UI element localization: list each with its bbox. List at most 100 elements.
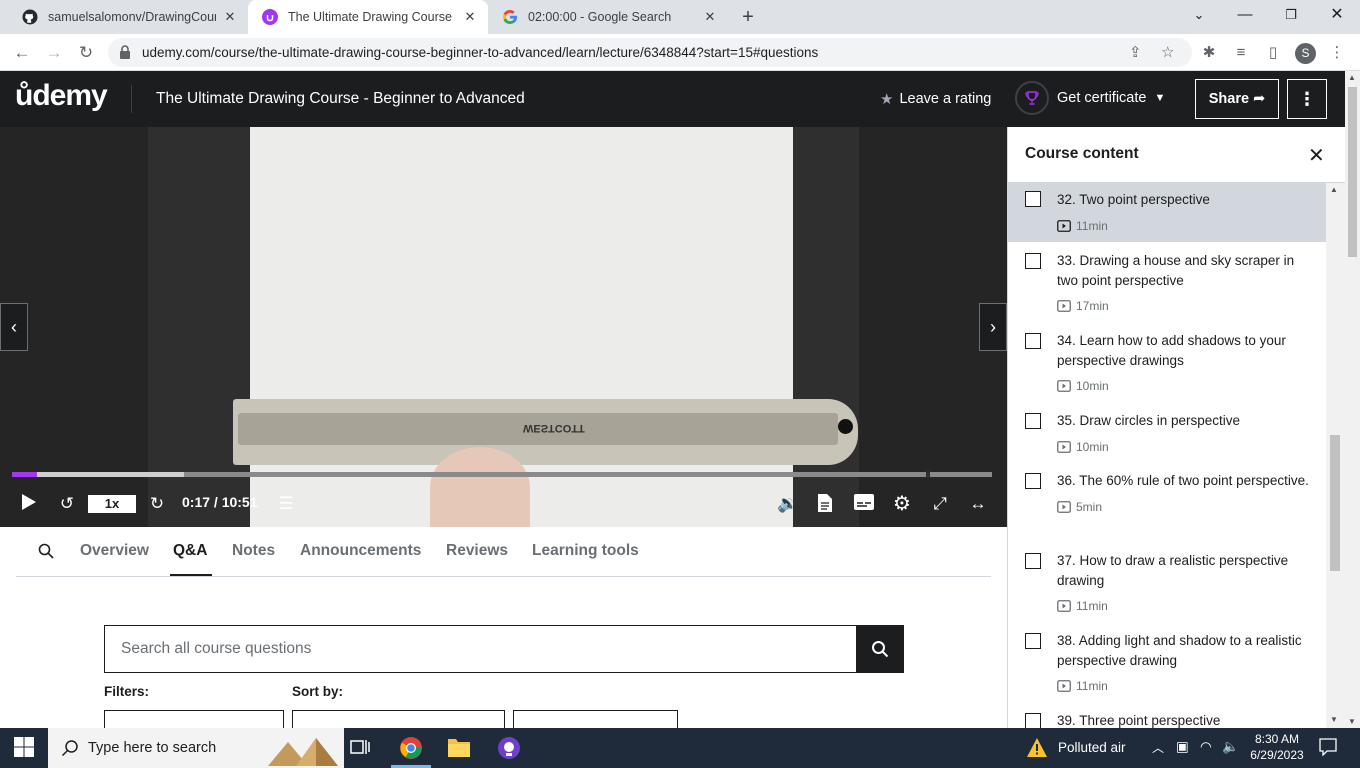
rewind-5s-icon[interactable]: ↺ [56, 493, 78, 515]
lecture-item[interactable]: 33. Drawing a house and sky scraper in t… [1008, 242, 1326, 322]
new-tab-button[interactable]: + [737, 4, 759, 30]
forward-5s-icon[interactable]: ↻ [146, 493, 168, 515]
search-icon[interactable] [38, 543, 54, 559]
github-desktop-icon[interactable] [497, 736, 521, 760]
fullscreen-icon[interactable]: ⤢ [928, 493, 952, 515]
close-sidebar-icon[interactable]: ✕ [1308, 143, 1325, 168]
restore-button[interactable]: ❐ [1268, 0, 1314, 34]
expand-width-icon[interactable]: ↔ [965, 493, 991, 515]
share-page-icon[interactable]: ⇪ [1129, 43, 1142, 61]
qa-search-field[interactable] [104, 625, 857, 673]
lecture-title: 33. Drawing a house and sky scraper in t… [1057, 253, 1295, 288]
lecture-item[interactable]: 32. Two point perspective 11min [1008, 183, 1326, 242]
tab-title: samuelsalomonv/DrawingCourse [48, 10, 216, 24]
lecture-item[interactable]: 38. Adding light and shadow to a realist… [1008, 622, 1326, 702]
tab-announcements[interactable]: Announcements [300, 542, 421, 560]
transcript-icon[interactable] [814, 493, 836, 515]
tab-reviews[interactable]: Reviews [446, 542, 508, 560]
sidebar-scrollbar[interactable]: ▲ ▼ [1326, 183, 1345, 728]
scroll-down-arrow-icon[interactable]: ▼ [1330, 715, 1338, 724]
file-explorer-icon[interactable] [447, 736, 471, 760]
reload-button[interactable]: ↻ [74, 41, 98, 65]
lecture-checkbox[interactable] [1025, 333, 1041, 349]
show-hidden-icons-chevron-icon[interactable]: ︿ [1152, 739, 1164, 768]
tab-qa[interactable]: Q&A [173, 542, 207, 560]
browser-tab-udemy[interactable]: The Ultimate Drawing Course - B ✕ [248, 0, 488, 34]
get-certificate-button[interactable]: Get certificate ▼ [1015, 81, 1165, 115]
profile-avatar[interactable]: S [1295, 43, 1316, 64]
tab-search-chevron-icon[interactable]: ⌄ [1176, 0, 1222, 34]
lecture-checkbox[interactable] [1025, 713, 1041, 728]
close-window-button[interactable]: ✕ [1314, 0, 1360, 34]
scroll-up-arrow-icon[interactable]: ▲ [1330, 185, 1338, 194]
qa-search-input[interactable] [105, 626, 857, 672]
chapter-marker [926, 471, 930, 478]
chrome-taskbar-icon[interactable] [399, 736, 423, 760]
scrollbar-thumb[interactable] [1330, 435, 1340, 571]
speaker-icon[interactable]: 🔈 [1222, 739, 1239, 768]
lecture-item[interactable]: 37. How to draw a realistic perspective … [1008, 542, 1326, 622]
system-clock[interactable]: 8:30 AM 6/29/2023 [1244, 731, 1310, 763]
windows-start-icon[interactable] [13, 736, 37, 760]
volume-icon[interactable]: 🔉 [776, 493, 800, 515]
captions-icon[interactable] [851, 493, 877, 515]
notifications-icon[interactable] [1319, 738, 1337, 768]
lecture-item[interactable]: 39. Three point perspective [1008, 702, 1326, 728]
play-button[interactable] [18, 493, 40, 515]
forward-button[interactable]: → [42, 41, 66, 65]
lecture-item[interactable]: 34. Learn how to add shadows to your per… [1008, 322, 1326, 402]
qa-search-button[interactable] [856, 625, 904, 673]
bookmark-star-icon[interactable]: ☆ [1161, 43, 1174, 61]
playback-speed-button[interactable]: 1x [88, 495, 136, 513]
lecture-checkbox[interactable] [1025, 413, 1041, 429]
tab-learning-tools[interactable]: Learning tools [532, 542, 639, 560]
lecture-checkbox[interactable] [1025, 553, 1041, 569]
add-note-icon[interactable]: ☰ [274, 493, 298, 515]
lecture-checkbox[interactable] [1025, 191, 1041, 207]
close-tab-icon[interactable]: ✕ [462, 9, 478, 25]
previous-lecture-button[interactable]: ‹ [0, 303, 28, 351]
weather-label: Polluted air [1058, 740, 1126, 755]
next-lecture-button[interactable]: › [979, 303, 1007, 351]
minimize-button[interactable]: — [1222, 0, 1268, 34]
taskbar-search-box[interactable]: Type here to search [48, 728, 344, 768]
lecture-checkbox[interactable] [1025, 633, 1041, 649]
weather-widget[interactable]: Polluted air [1026, 728, 1136, 768]
meet-now-icon[interactable]: ▣ [1176, 739, 1189, 768]
wifi-icon[interactable]: ◠ [1200, 739, 1212, 768]
leave-rating-button[interactable]: ★ Leave a rating [880, 90, 991, 108]
more-options-button[interactable]: ⋮ [1287, 79, 1327, 119]
lecture-duration: 5min [1057, 498, 1316, 516]
tab-notes[interactable]: Notes [232, 542, 275, 560]
scroll-up-arrow-icon[interactable]: ▲ [1348, 73, 1356, 82]
share-button[interactable]: Share ➦ [1195, 79, 1279, 119]
lecture-item[interactable]: 36. The 60% rule of two point perspectiv… [1008, 462, 1326, 542]
video-player[interactable]: WESTCOTT ‹ › ↺ 1x ↻ 0:17 / 10:51 ☰ 🔉 ⚙ ⤢… [0, 127, 1007, 527]
udemy-logo[interactable]: ůdemy [15, 79, 108, 113]
video-icon [1057, 680, 1071, 692]
browser-tab-google[interactable]: 02:00:00 - Google Search ✕ [488, 0, 728, 34]
lecture-checkbox[interactable] [1025, 473, 1041, 489]
course-title[interactable]: The Ultimate Drawing Course - Beginner t… [156, 90, 525, 108]
content-tab-bar: Overview Q&A Notes Announcements Reviews… [16, 527, 991, 577]
tab-overview[interactable]: Overview [80, 542, 149, 560]
sidebar-title: Course content [1025, 145, 1139, 162]
page-scrollbar[interactable]: ▲ ▼ [1345, 71, 1360, 728]
address-bar[interactable]: udemy.com/course/the-ultimate-drawing-co… [108, 38, 1192, 67]
chevron-down-icon: ▼ [1154, 92, 1166, 104]
close-tab-icon[interactable]: ✕ [702, 9, 718, 25]
scroll-down-arrow-icon[interactable]: ▼ [1348, 717, 1356, 726]
media-playlist-icon[interactable]: ≡ [1230, 42, 1252, 64]
close-tab-icon[interactable]: ✕ [222, 9, 238, 25]
task-view-icon[interactable] [349, 736, 373, 760]
side-panel-icon[interactable]: ▯ [1262, 42, 1284, 64]
lecture-item[interactable]: 35. Draw circles in perspective 10min [1008, 402, 1326, 462]
extensions-icon[interactable]: ✱ [1198, 42, 1220, 64]
settings-gear-icon[interactable]: ⚙ [889, 493, 915, 515]
back-button[interactable]: ← [10, 41, 34, 65]
browser-tab-github[interactable]: samuelsalomonv/DrawingCourse ✕ [8, 0, 248, 34]
scrollbar-thumb[interactable] [1348, 87, 1357, 257]
video-progress-bar[interactable] [12, 471, 992, 478]
lecture-checkbox[interactable] [1025, 253, 1041, 269]
chrome-menu-icon[interactable]: ⋮ [1326, 42, 1348, 64]
